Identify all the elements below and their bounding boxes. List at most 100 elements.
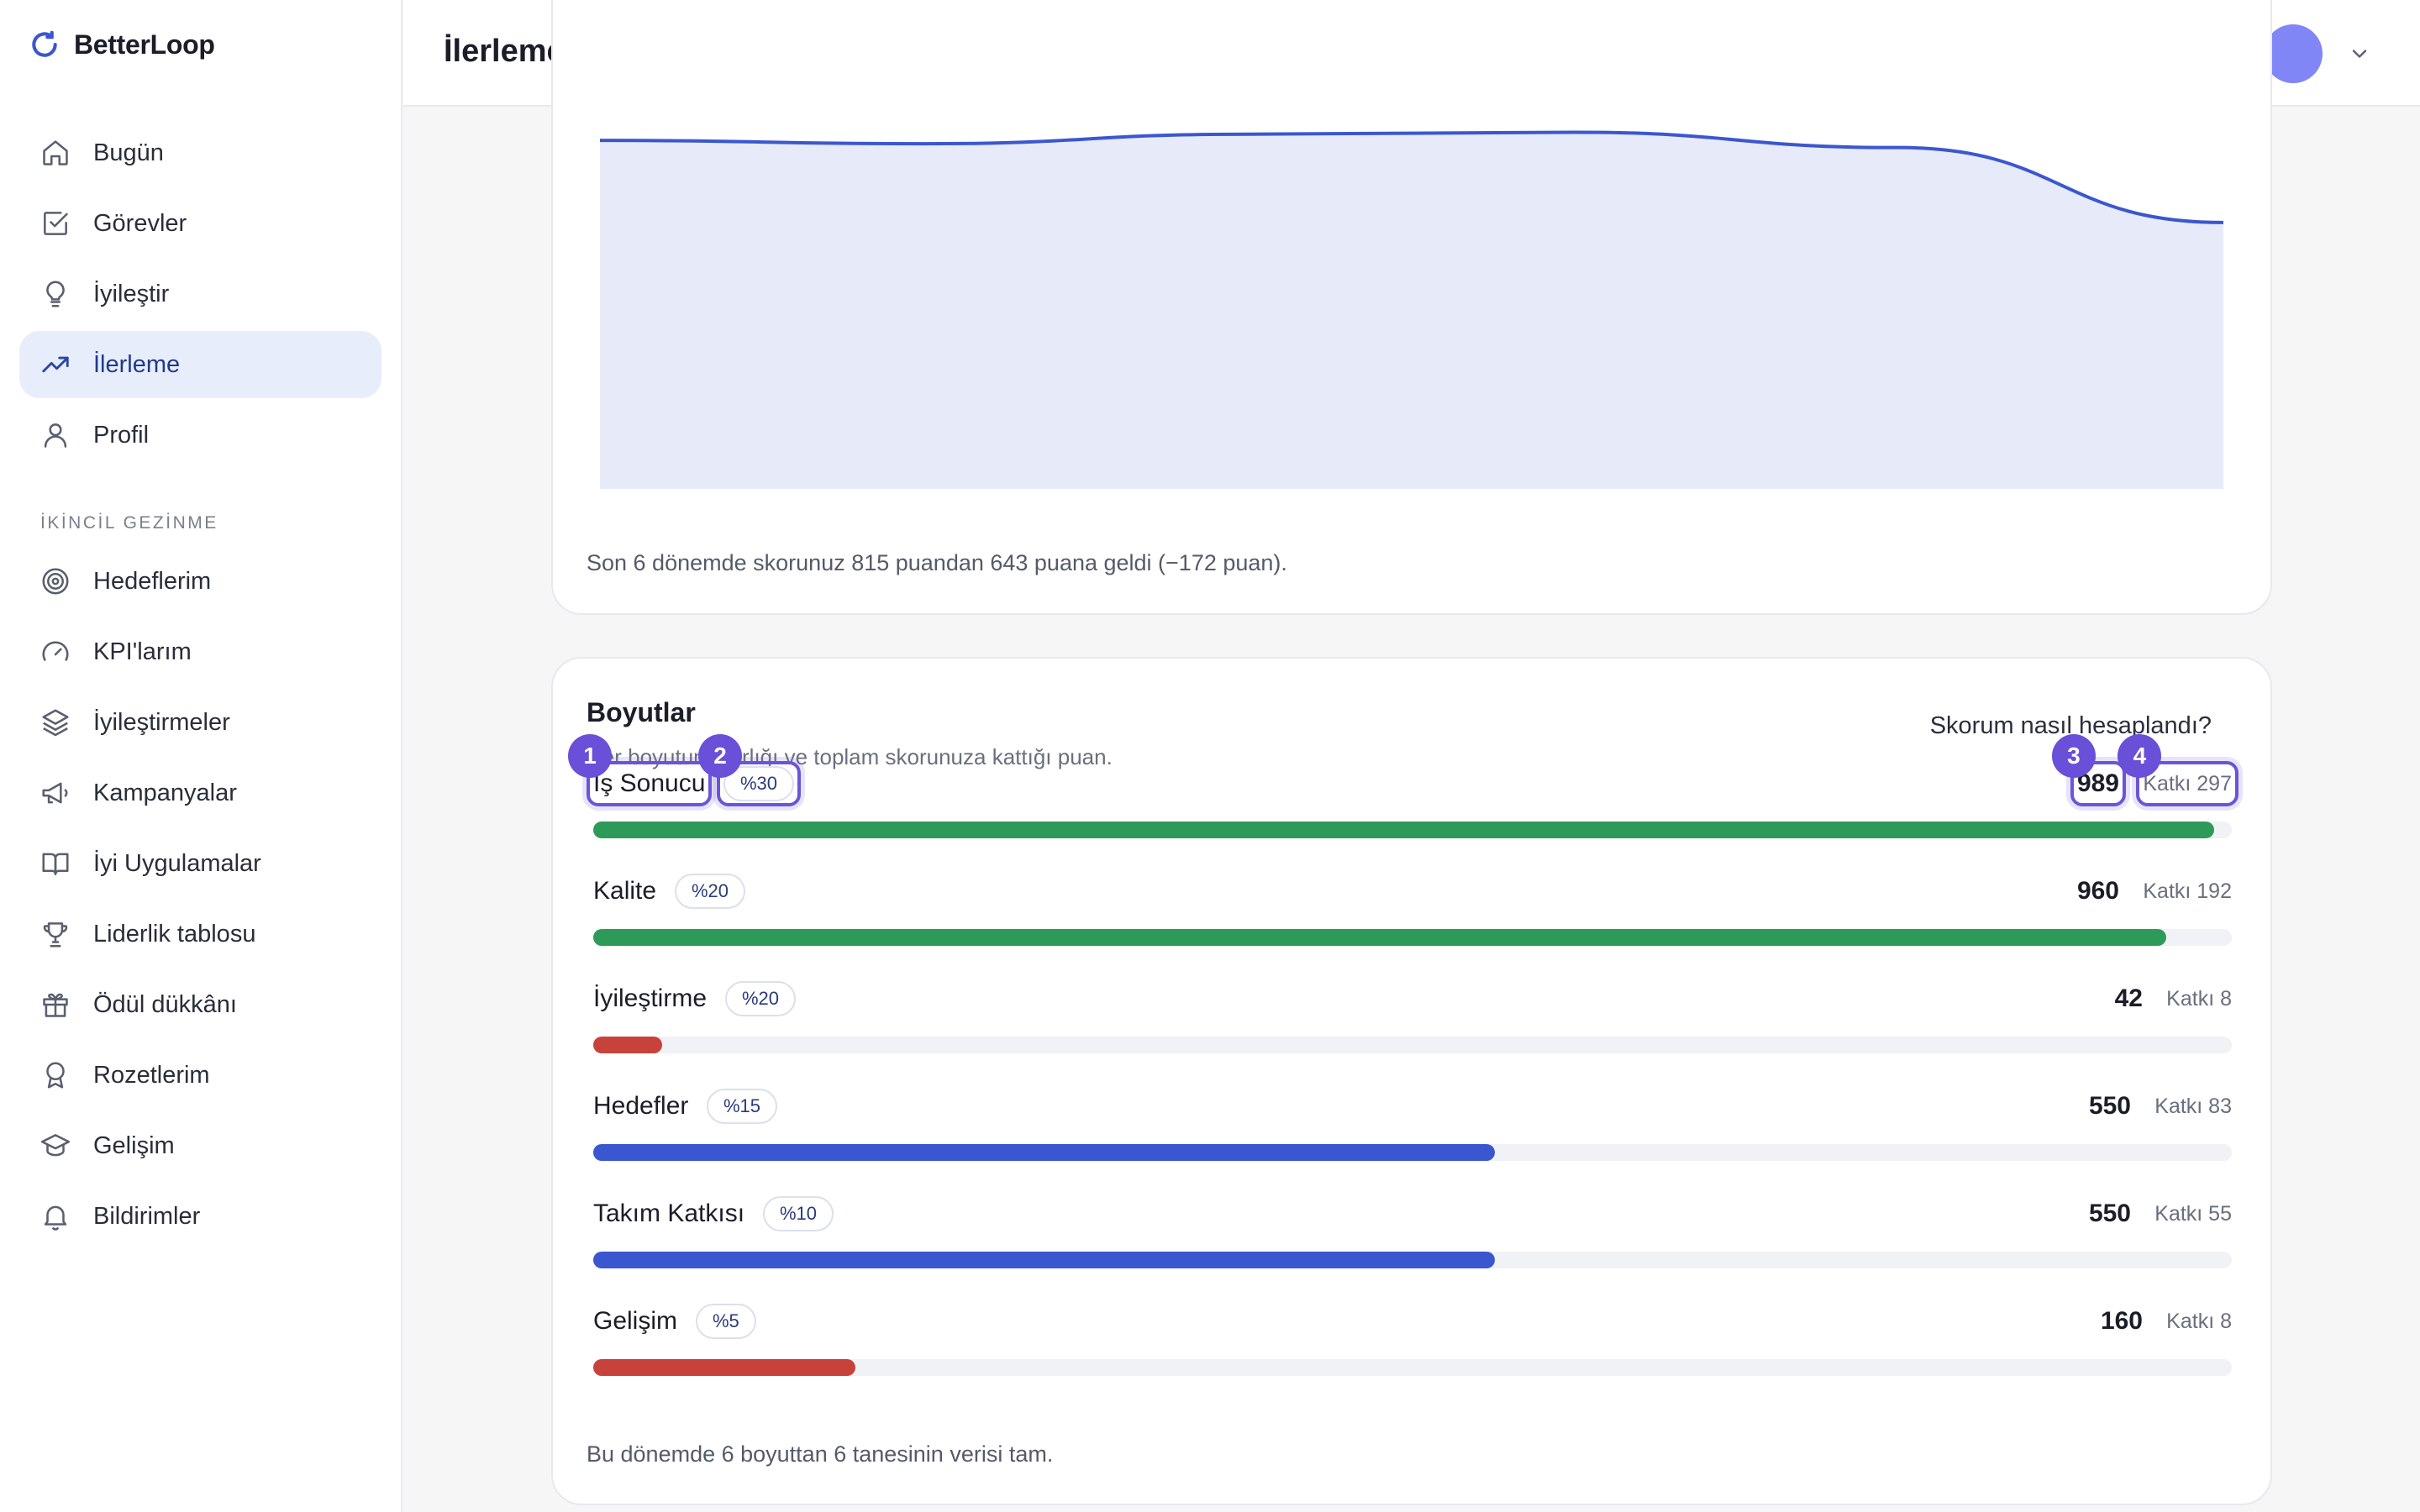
sidebar-item-label: İyileştir — [93, 280, 170, 307]
trophy-icon — [43, 922, 68, 948]
sidebar-item-rozetlerim[interactable]: Rozetlerim — [19, 1042, 381, 1109]
brand-name: BetterLoop — [74, 29, 215, 60]
sidebar-item-label: Ödül dükkânı — [93, 990, 237, 1018]
dimension-progress-track — [593, 1037, 2232, 1053]
dimension-contribution: Katkı 8 — [2166, 987, 2232, 1011]
sidebar-item-gelisim[interactable]: Gelişim — [19, 1112, 381, 1179]
dimension-contribution: Katkı 8 — [2166, 1310, 2232, 1333]
home-icon — [43, 140, 68, 165]
dimension-score: 550 — [2088, 1200, 2131, 1227]
dimension-progress-fill — [593, 1144, 1495, 1161]
dimension-row[interactable]: Hedefler %15 550 Katkı 83 — [593, 1089, 2232, 1173]
sidebar-item-label: Bildirimler — [93, 1202, 201, 1230]
graduation-cap-icon — [40, 1134, 71, 1157]
sidebar: BetterLoop Bugün Görevler İyileştir İler… — [0, 0, 402, 1512]
dimension-weight-badge: %20 — [675, 874, 746, 909]
dimensions-card: Boyutlar Her boyutun ağırlığı ve toplam … — [551, 657, 2272, 1505]
sidebar-item-label: İyi Uygulamalar — [93, 849, 261, 877]
trending-up-icon — [42, 356, 69, 373]
sidebar-item-label: Bugün — [93, 139, 164, 166]
score-trend-card: Son 6 dönemde skorunuz 815 puandan 643 p… — [551, 0, 2272, 615]
nav-section-title: İKİNCİL GEZİNME — [40, 513, 218, 533]
dimension-row[interactable]: İyileştirme %20 42 Katkı 8 — [593, 981, 2232, 1065]
primary-nav: Bugün Görevler İyileştir İlerleme Profil — [19, 119, 381, 472]
dimension-row[interactable]: Kalite %20 960 Katkı 192 — [593, 874, 2232, 958]
chevron-down-icon[interactable] — [2348, 42, 2371, 66]
dimension-progress-fill — [593, 1359, 855, 1376]
sidebar-item-odul-dukkani[interactable]: Ödül dükkânı — [19, 971, 381, 1038]
sidebar-item-label: Liderlik tablosu — [93, 920, 256, 948]
award-icon — [46, 1062, 65, 1089]
bell-icon — [44, 1205, 67, 1231]
sidebar-item-label: İlerleme — [93, 350, 181, 378]
dimension-progress-track — [593, 822, 2232, 838]
annotation-marker: 4 — [2118, 734, 2162, 778]
dimension-progress-track — [593, 929, 2232, 946]
sidebar-item-ilerleme[interactable]: İlerleme — [19, 331, 381, 398]
dimension-score: 160 — [2100, 1307, 2143, 1335]
book-icon — [42, 853, 69, 875]
dimension-weight-badge: %10 — [763, 1196, 834, 1231]
annotation-marker: 1 — [568, 734, 612, 778]
sidebar-item-kpilarim[interactable]: KPI'larım — [19, 618, 381, 685]
megaphone-icon — [42, 782, 68, 804]
dimension-name: Hedefler — [593, 1092, 689, 1120]
sidebar-item-kampanyalar[interactable]: Kampanyalar — [19, 759, 381, 827]
brand[interactable]: BetterLoop — [29, 29, 215, 60]
annotation-marker: 3 — [2051, 734, 2096, 778]
dimension-progress-fill — [593, 822, 2214, 838]
logo-icon — [32, 30, 57, 57]
trend-area — [600, 132, 2223, 489]
sidebar-item-bildirimler[interactable]: Bildirimler — [19, 1183, 381, 1250]
dimension-row[interactable]: Takım Katkısı %10 550 Katkı 55 — [593, 1196, 2232, 1280]
sidebar-item-label: Görevler — [93, 209, 187, 237]
gauge-icon — [42, 641, 69, 661]
sidebar-item-hedeflerim[interactable]: Hedeflerim — [19, 548, 381, 615]
sidebar-item-label: Rozetlerim — [93, 1061, 210, 1089]
sidebar-item-label: İyileştirmeler — [93, 708, 230, 736]
dimension-contribution: Katkı 83 — [2154, 1095, 2232, 1118]
sidebar-item-profil[interactable]: Profil — [19, 402, 381, 469]
trend-summary: Son 6 dönemde skorunuz 815 puandan 643 p… — [587, 550, 1287, 575]
dimension-contribution: Katkı 192 — [2143, 879, 2232, 903]
sidebar-item-bugun[interactable]: Bugün — [19, 119, 381, 186]
dimension-weight-badge: %15 — [707, 1089, 778, 1124]
sidebar-item-label: Kampanyalar — [93, 779, 237, 806]
annotation-marker: 2 — [698, 734, 742, 778]
dimension-score: 42 — [2114, 984, 2143, 1012]
sidebar-item-iyi-uygulamalar[interactable]: İyi Uygulamalar — [19, 830, 381, 897]
gift-icon — [43, 993, 68, 1017]
dimension-name: Kalite — [593, 877, 657, 905]
dimension-row[interactable]: Gelişim %5 160 Katkı 8 — [593, 1304, 2232, 1388]
dimension-score: 960 — [2076, 877, 2119, 905]
dimensions-footer: Bu dönemde 6 boyuttan 6 tanesinin verisi… — [587, 1441, 1054, 1467]
dimension-name: Gelişim — [593, 1307, 678, 1335]
user-icon — [44, 423, 67, 448]
sidebar-item-label: Gelişim — [93, 1131, 175, 1159]
secondary-nav: Hedeflerim KPI'larım İyileştirmeler Kamp… — [19, 548, 381, 1253]
dimension-weight-badge: %20 — [725, 981, 797, 1016]
target-icon — [42, 568, 69, 595]
dimension-progress-fill — [593, 1037, 662, 1053]
sidebar-item-iyilestirmeler[interactable]: İyileştirmeler — [19, 689, 381, 756]
dimension-progress-track — [593, 1359, 2232, 1376]
dimension-row[interactable]: İş Sonucu %30 989 Katkı 297 — [593, 766, 2232, 850]
sidebar-item-liderlik-tablosu[interactable]: Liderlik tablosu — [19, 900, 381, 968]
dimension-progress-track — [593, 1144, 2232, 1161]
dimension-score: 550 — [2088, 1092, 2131, 1120]
avatar[interactable] — [2264, 24, 2323, 83]
sidebar-item-label: KPI'larım — [93, 638, 192, 665]
dimension-weight-badge: %5 — [696, 1304, 756, 1339]
sidebar-item-label: Hedeflerim — [93, 567, 212, 595]
lightbulb-icon — [46, 281, 65, 307]
sidebar-item-label: Profil — [93, 421, 150, 449]
dimension-progress-track — [593, 1252, 2232, 1268]
sidebar-item-iyilestir[interactable]: İyileştir — [19, 260, 381, 328]
layers-icon — [42, 709, 69, 737]
dimension-progress-fill — [593, 1252, 1495, 1268]
page-title: İlerleme — [444, 34, 565, 69]
score-trend-chart — [599, 130, 2224, 489]
dimension-name: İyileştirme — [593, 984, 708, 1012]
sidebar-item-gorevler[interactable]: Görevler — [19, 190, 381, 257]
dimension-name: Takım Katkısı — [593, 1200, 745, 1227]
